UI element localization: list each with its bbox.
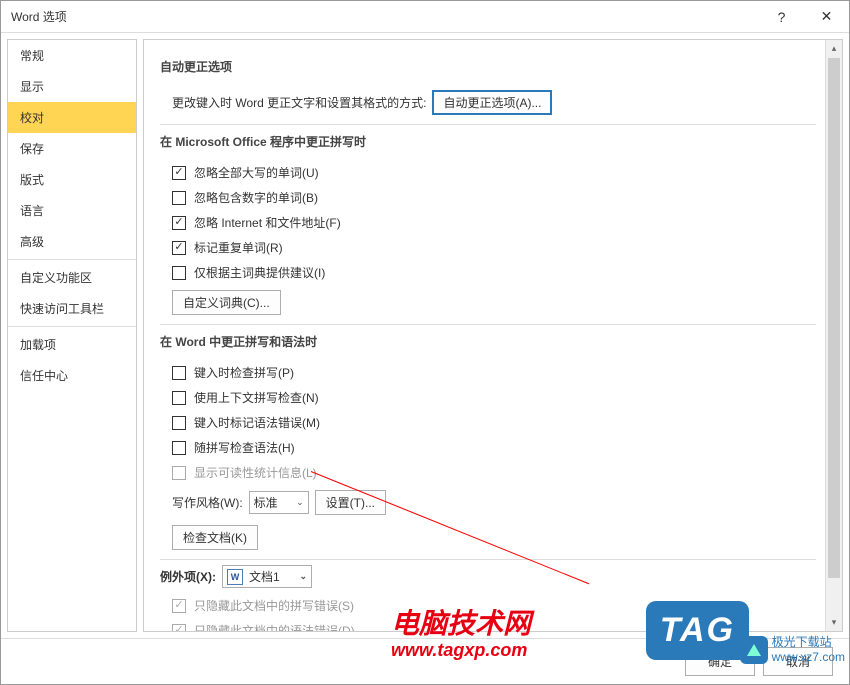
checkbox-label: 标记重复单词(R): [194, 239, 283, 256]
sidebar-item-save[interactable]: 保存: [8, 133, 136, 164]
jiguang-text: 极光下载站 www.xz7.com: [772, 635, 845, 664]
checkbox-icon[interactable]: [172, 366, 186, 380]
watermark-title: 电脑技术网: [391, 607, 531, 641]
scrollbar[interactable]: ▴ ▾: [825, 40, 842, 631]
check-grammar-with-spelling[interactable]: 随拼写检查语法(H): [160, 435, 816, 460]
sidebar-item-quick-access[interactable]: 快速访问工具栏: [8, 293, 136, 324]
checkbox-label: 忽略 Internet 和文件地址(F): [194, 214, 341, 231]
check-grammar-as-type[interactable]: 键入时标记语法错误(M): [160, 410, 816, 435]
checkbox-icon[interactable]: [172, 266, 186, 280]
section-autocorrect-title: 自动更正选项: [160, 50, 816, 85]
tag-badge: TAG: [646, 601, 749, 660]
check-contextual-spelling[interactable]: 使用上下文拼写检查(N): [160, 385, 816, 410]
jiguang-logo-icon: [740, 636, 768, 664]
section-office-spelling-title: 在 Microsoft Office 程序中更正拼写时: [160, 125, 816, 160]
checkbox-label: 键入时标记语法错误(M): [194, 414, 320, 431]
checkbox-label: 忽略全部大写的单词(U): [194, 164, 319, 181]
sidebar-item-layout[interactable]: 版式: [8, 164, 136, 195]
sidebar-item-addins[interactable]: 加载项: [8, 329, 136, 360]
checkbox-label: 只隐藏此文档中的语法错误(D): [194, 622, 355, 632]
sidebar-separator: [8, 326, 136, 327]
checkbox-label: 显示可读性统计信息(L): [194, 464, 317, 481]
checkbox-label: 键入时检查拼写(P): [194, 364, 294, 381]
writing-style-dropdown[interactable]: 标准 ⌄: [249, 491, 309, 514]
scroll-up-icon[interactable]: ▴: [826, 40, 842, 57]
chevron-down-icon: ⌄: [299, 571, 307, 582]
jiguang-name: 极光下载站: [772, 635, 845, 649]
sidebar-item-general[interactable]: 常规: [8, 40, 136, 71]
check-ignore-internet[interactable]: 忽略 Internet 和文件地址(F): [160, 210, 816, 235]
sidebar-item-customize-ribbon[interactable]: 自定义功能区: [8, 262, 136, 293]
checkbox-icon: [172, 466, 186, 480]
check-spelling-as-type[interactable]: 键入时检查拼写(P): [160, 360, 816, 385]
options-dialog: Word 选项 ? ✕ 常规 显示 校对 保存 版式 语言 高级 自定义功能区 …: [0, 0, 850, 685]
sidebar-separator: [8, 259, 136, 260]
titlebar-buttons: ? ✕: [759, 1, 849, 33]
checkbox-icon[interactable]: [172, 441, 186, 455]
checkbox-icon: [172, 624, 186, 633]
writing-style-label: 写作风格(W):: [172, 494, 243, 511]
check-ignore-numbers[interactable]: 忽略包含数字的单词(B): [160, 185, 816, 210]
sidebar-item-trust-center[interactable]: 信任中心: [8, 360, 136, 391]
checkbox-label: 只隐藏此文档中的拼写错误(S): [194, 597, 354, 614]
settings-button[interactable]: 设置(T)...: [315, 490, 386, 515]
check-flag-repeated[interactable]: 标记重复单词(R): [160, 235, 816, 260]
custom-dictionaries-button[interactable]: 自定义词典(C)...: [172, 290, 281, 315]
sidebar-item-advanced[interactable]: 高级: [8, 226, 136, 257]
checkbox-icon[interactable]: [172, 241, 186, 255]
checkbox-icon[interactable]: [172, 216, 186, 230]
sidebar-item-display[interactable]: 显示: [8, 71, 136, 102]
watermark-text: 电脑技术网 www.tagxp.com: [391, 607, 531, 662]
sidebar-item-language[interactable]: 语言: [8, 195, 136, 226]
checkbox-label: 使用上下文拼写检查(N): [194, 389, 319, 406]
checkbox-icon[interactable]: [172, 416, 186, 430]
checkbox-icon[interactable]: [172, 391, 186, 405]
sidebar: 常规 显示 校对 保存 版式 语言 高级 自定义功能区 快速访问工具栏 加载项 …: [7, 39, 137, 632]
exceptions-dropdown[interactable]: W 文档1 ⌄: [222, 565, 312, 588]
exceptions-label: 例外项(X):: [160, 568, 216, 585]
autocorrect-row: 更改键入时 Word 更正文字和设置其格式的方式: 自动更正选项(A)...: [160, 85, 816, 120]
check-ignore-uppercase[interactable]: 忽略全部大写的单词(U): [160, 160, 816, 185]
watermark-url: www.tagxp.com: [391, 640, 531, 662]
help-button[interactable]: ?: [759, 1, 804, 33]
jiguang-watermark: 极光下载站 www.xz7.com: [740, 635, 845, 664]
writing-style-row: 写作风格(W): 标准 ⌄ 设置(T)...: [160, 485, 816, 520]
scroll-thumb[interactable]: [828, 58, 840, 578]
check-readability-stats: 显示可读性统计信息(L): [160, 460, 816, 485]
window-title: Word 选项: [11, 8, 759, 25]
tag-text: TAG: [646, 601, 749, 660]
check-document-row: 检查文档(K): [160, 520, 816, 555]
dropdown-value: 标准: [254, 494, 278, 511]
custom-dict-row: 自定义词典(C)...: [160, 285, 816, 320]
autocorrect-desc: 更改键入时 Word 更正文字和设置其格式的方式:: [172, 94, 426, 111]
sidebar-item-proofing[interactable]: 校对: [8, 102, 136, 133]
titlebar: Word 选项 ? ✕: [1, 1, 849, 33]
check-document-button[interactable]: 检查文档(K): [172, 525, 258, 550]
autocorrect-options-button[interactable]: 自动更正选项(A)...: [432, 90, 552, 115]
exceptions-row: 例外项(X): W 文档1 ⌄: [160, 560, 816, 593]
checkbox-label: 随拼写检查语法(H): [194, 439, 295, 456]
checkbox-icon[interactable]: [172, 166, 186, 180]
chevron-down-icon: ⌄: [296, 497, 304, 508]
checkbox-icon[interactable]: [172, 191, 186, 205]
main-area: 常规 显示 校对 保存 版式 语言 高级 自定义功能区 快速访问工具栏 加载项 …: [1, 33, 849, 638]
checkbox-icon: [172, 599, 186, 613]
check-main-dict-only[interactable]: 仅根据主词典提供建议(I): [160, 260, 816, 285]
word-document-icon: W: [227, 569, 243, 585]
checkbox-label: 仅根据主词典提供建议(I): [194, 264, 325, 281]
dropdown-value: 文档1: [249, 568, 280, 585]
checkbox-label: 忽略包含数字的单词(B): [194, 189, 318, 206]
scroll-down-icon[interactable]: ▾: [826, 614, 842, 631]
section-word-spelling-title: 在 Word 中更正拼写和语法时: [160, 325, 816, 360]
content-panel: 自动更正选项 更改键入时 Word 更正文字和设置其格式的方式: 自动更正选项(…: [143, 39, 843, 632]
close-button[interactable]: ✕: [804, 1, 849, 33]
jiguang-url: www.xz7.com: [772, 650, 845, 664]
